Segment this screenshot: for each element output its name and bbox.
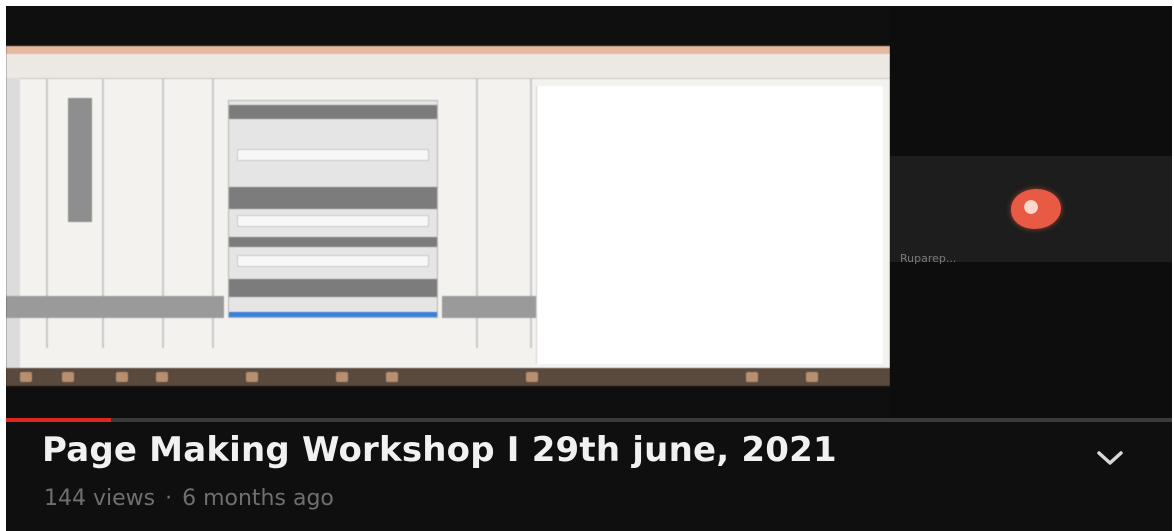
dialog-section [229, 187, 437, 209]
participant-tile[interactable] [890, 156, 1172, 262]
participant-name: Ruparep... [900, 252, 957, 265]
video-player[interactable]: Ruparep... [6, 6, 1172, 418]
dialog-field [237, 255, 429, 267]
taskbar-icon [246, 372, 258, 382]
chevron-down-icon [1097, 451, 1123, 465]
taskbar-icon [156, 372, 168, 382]
view-count: 144 views [44, 486, 156, 511]
ruler-band [6, 296, 224, 318]
shared-screen [6, 46, 890, 386]
dialog-panel [228, 100, 438, 318]
dialog-field [237, 215, 429, 227]
dialog-section [229, 279, 437, 297]
shared-window-taskbar [6, 368, 890, 386]
taskbar-icon [386, 372, 398, 382]
dialog-section [229, 237, 437, 247]
dialog-titlebar [229, 105, 437, 119]
video-meta: 144 views · 6 months ago [44, 486, 334, 511]
participants-panel: Ruparep... [890, 6, 1172, 418]
shared-window-menubar [6, 54, 890, 79]
taskbar-icon [116, 372, 128, 382]
video-title[interactable]: Page Making Workshop I 29th june, 2021 [42, 430, 837, 470]
video-info: Page Making Workshop I 29th june, 2021 1… [6, 422, 1172, 531]
dialog-field [237, 149, 429, 161]
taskbar-icon [62, 372, 74, 382]
dialog-selection [229, 312, 437, 317]
meta-separator: · [165, 486, 173, 511]
taskbar-icon [20, 372, 32, 382]
video-card: Ruparep... Page Making Workshop I 29th j… [6, 6, 1172, 531]
expand-description-button[interactable] [1088, 440, 1132, 476]
toolbox-panel [68, 98, 92, 222]
document-page [536, 86, 883, 364]
shared-window-titlebar [6, 46, 890, 54]
taskbar-icon [806, 372, 818, 382]
participant-avatar-icon [1008, 186, 1064, 232]
upload-age: 6 months ago [182, 486, 334, 511]
taskbar-icon [526, 372, 538, 382]
taskbar-icon [336, 372, 348, 382]
taskbar-icon [746, 372, 758, 382]
shared-window-ruler [6, 78, 20, 368]
